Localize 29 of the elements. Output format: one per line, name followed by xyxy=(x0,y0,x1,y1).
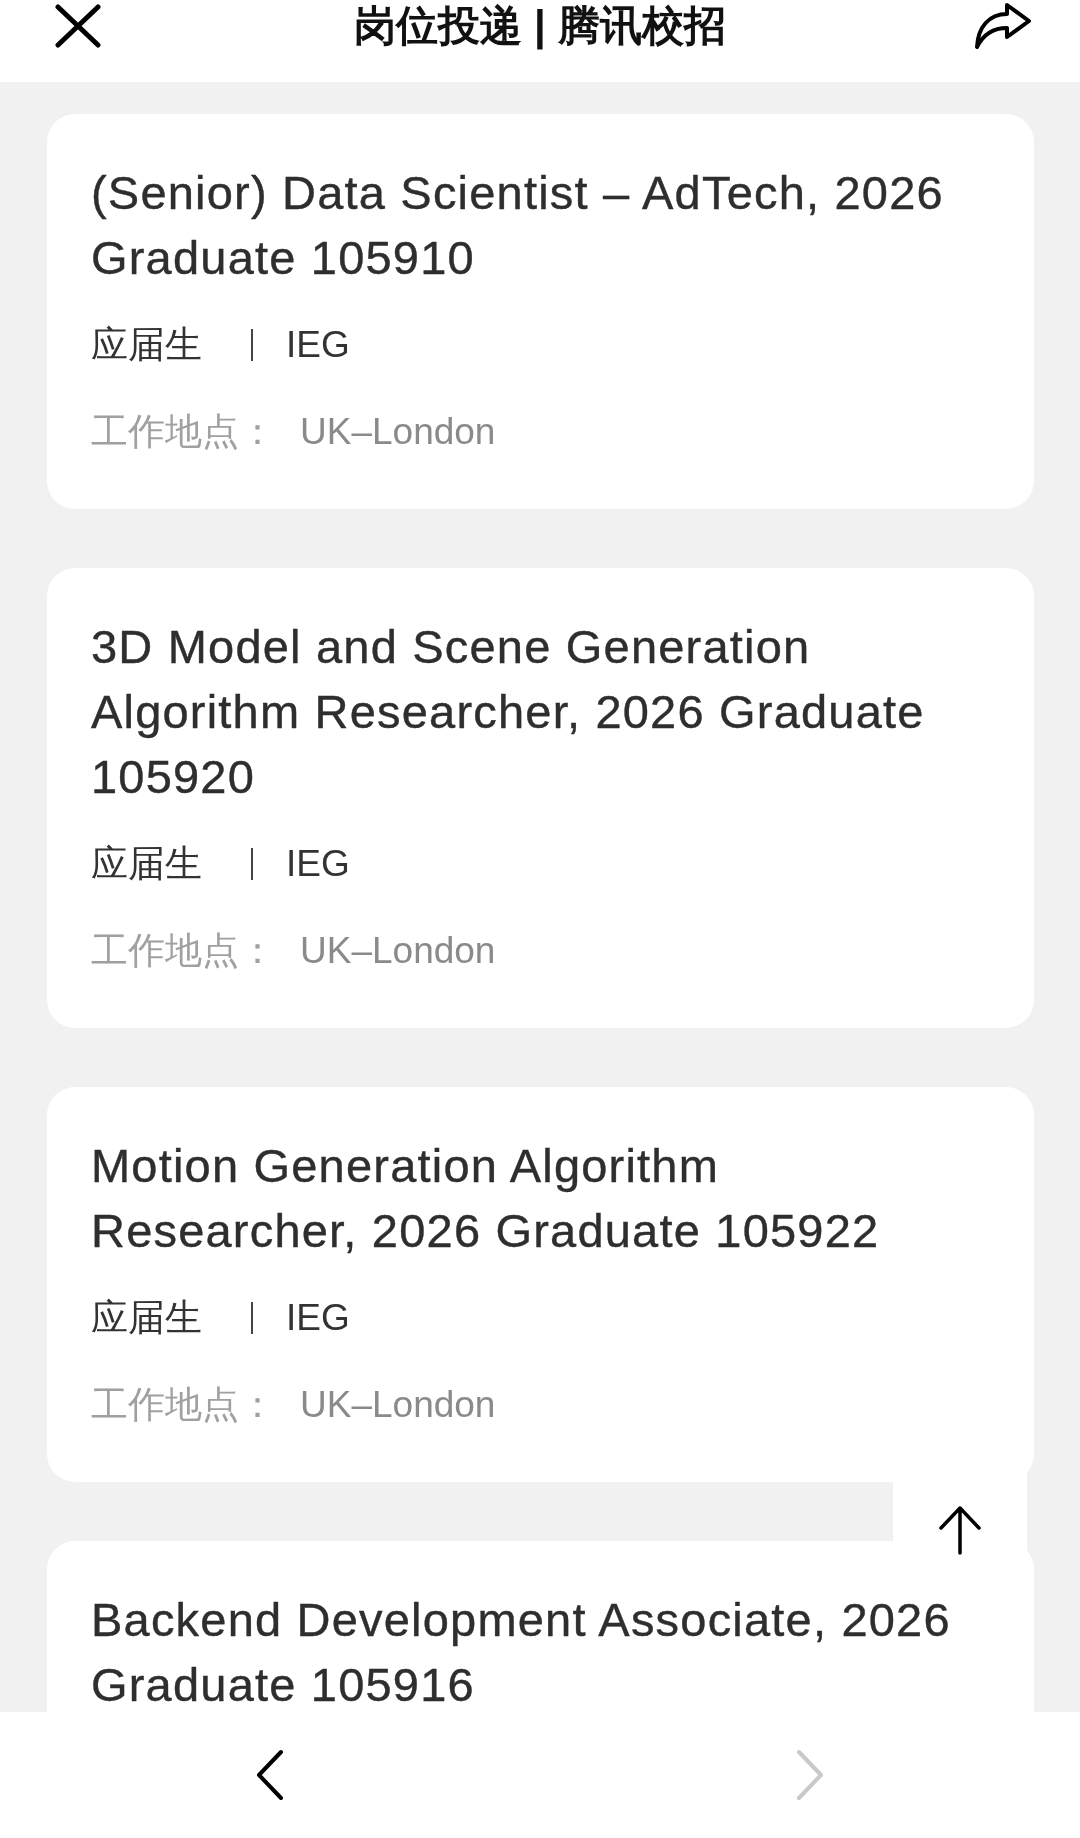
chevron-right-icon xyxy=(795,1749,825,1801)
job-tag: IEG xyxy=(286,1293,350,1343)
job-tag: 应届生 xyxy=(91,839,202,889)
job-title: 3D Model and Scene Generation Algorithm Researcher, 2026 Graduate 105920 xyxy=(91,619,926,805)
close-button[interactable] xyxy=(55,4,101,48)
job-tag: 应届生 xyxy=(91,320,202,370)
job-tag: IEG xyxy=(286,839,350,889)
location-text: UK–London xyxy=(300,1383,496,1427)
job-card[interactable]: 3D Model and Scene Generation Algorithm Researcher, 2026 Graduate 105920 应届生 IEG 工作地点： UK–London xyxy=(47,568,1034,1028)
job-tag: 应届生 xyxy=(91,1293,202,1343)
job-tag: IEG xyxy=(286,320,350,370)
location-label: 工作地点： xyxy=(91,1383,276,1427)
share-button[interactable] xyxy=(974,2,1032,50)
share-icon xyxy=(974,2,1032,50)
job-card[interactable]: Motion Generation Algorithm Researcher, 2026 Graduate 105922 应届生 IEG 工作地点： UK–London xyxy=(47,1087,1034,1482)
job-title: Backend Development Associate, 2026 Graduate 105916 xyxy=(91,1592,952,1712)
location-text: UK–London xyxy=(300,929,496,973)
job-title: (Senior) Data Scientist – AdTech, 2026 Graduate 105910 xyxy=(91,165,945,286)
location-text: UK–London xyxy=(300,410,496,454)
location-label: 工作地点： xyxy=(91,410,276,454)
job-card[interactable]: Backend Development Associate, 2026 Graduate 105916 xyxy=(47,1541,1034,1712)
chevron-left-icon xyxy=(255,1749,285,1801)
close-icon xyxy=(55,4,101,48)
location-label: 工作地点： xyxy=(91,929,276,973)
page-title: 岗位投递 | 腾讯校招 xyxy=(353,1,727,52)
job-title: Motion Generation Algorithm Researcher, 2026 Graduate 105922 xyxy=(91,1138,881,1259)
arrow-up-icon xyxy=(939,1505,981,1555)
back-button[interactable] xyxy=(255,1749,285,1801)
job-card[interactable]: (Senior) Data Scientist – AdTech, 2026 Graduate 105910 应届生 IEG 工作地点： UK–London xyxy=(47,114,1034,509)
